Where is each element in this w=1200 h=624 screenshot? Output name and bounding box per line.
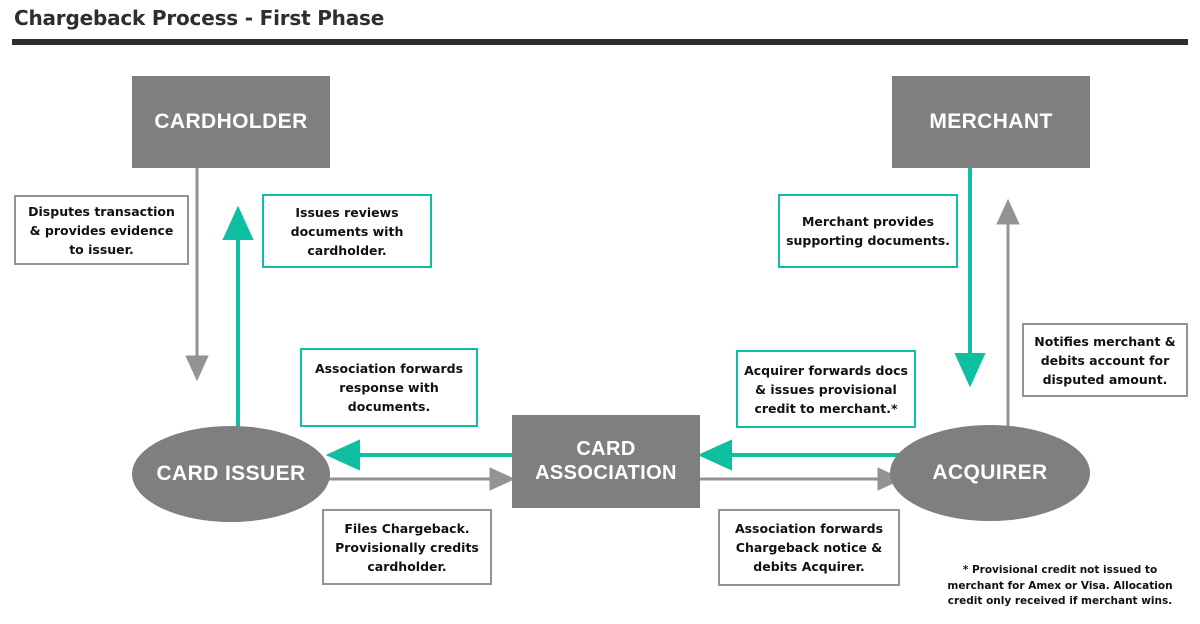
footnote: * Provisional credit not issued to merch… bbox=[947, 564, 1173, 608]
title-divider bbox=[12, 39, 1188, 45]
note-merchant-provides: Merchant provides supporting documents. bbox=[778, 194, 958, 268]
note-association-forwards-response: Association forwards response with docum… bbox=[300, 348, 478, 427]
note-association-forwards-response-text: Association forwards response with docum… bbox=[314, 361, 464, 414]
entity-card-association-label: CARD ASSOCIATION bbox=[535, 438, 677, 485]
note-issues-reviews-text: Issues reviews documents with cardholder… bbox=[290, 204, 404, 258]
entity-card-association-line1: CARD bbox=[576, 437, 636, 460]
entity-acquirer-label: ACQUIRER bbox=[932, 460, 1048, 484]
entity-merchant-label: MERCHANT bbox=[929, 109, 1053, 133]
note-files-chargeback-text: Files Chargeback. Provisionally credits … bbox=[335, 520, 479, 574]
page-title: Chargeback Process - First Phase bbox=[14, 6, 385, 30]
entity-cardholder[interactable]: CARDHOLDER bbox=[132, 76, 330, 168]
diagram-canvas: Chargeback Process - First Phase CARDHOL… bbox=[0, 0, 1200, 624]
entity-acquirer[interactable]: ACQUIRER bbox=[890, 425, 1090, 521]
note-merchant-provides-text: Merchant provides supporting documents. bbox=[786, 214, 950, 248]
note-disputes-transaction-text: Disputes transaction & provides evidence… bbox=[28, 203, 175, 257]
entity-card-association-line2: ASSOCIATION bbox=[535, 461, 677, 484]
entity-card-association[interactable]: CARD ASSOCIATION bbox=[512, 415, 700, 508]
note-disputes-transaction: Disputes transaction & provides evidence… bbox=[14, 195, 189, 265]
note-acquirer-forwards-docs: Acquirer forwards docs & issues provisio… bbox=[736, 350, 916, 428]
note-notifies-merchant: Notifies merchant & debits account for d… bbox=[1022, 323, 1188, 397]
note-notifies-merchant-text: Notifies merchant & debits account for d… bbox=[1034, 333, 1176, 387]
entity-card-issuer[interactable]: CARD ISSUER bbox=[132, 426, 330, 522]
entity-card-issuer-label: CARD ISSUER bbox=[156, 461, 306, 485]
entity-merchant[interactable]: MERCHANT bbox=[892, 76, 1090, 168]
note-association-forwards-notice-text: Association forwards Chargeback notice &… bbox=[734, 521, 884, 574]
note-acquirer-forwards-docs-text: Acquirer forwards docs & issues provisio… bbox=[744, 362, 908, 416]
note-files-chargeback: Files Chargeback. Provisionally credits … bbox=[322, 509, 492, 585]
entity-cardholder-label: CARDHOLDER bbox=[154, 109, 308, 133]
note-association-forwards-notice: Association forwards Chargeback notice &… bbox=[718, 509, 900, 586]
note-issues-reviews: Issues reviews documents with cardholder… bbox=[262, 194, 432, 268]
